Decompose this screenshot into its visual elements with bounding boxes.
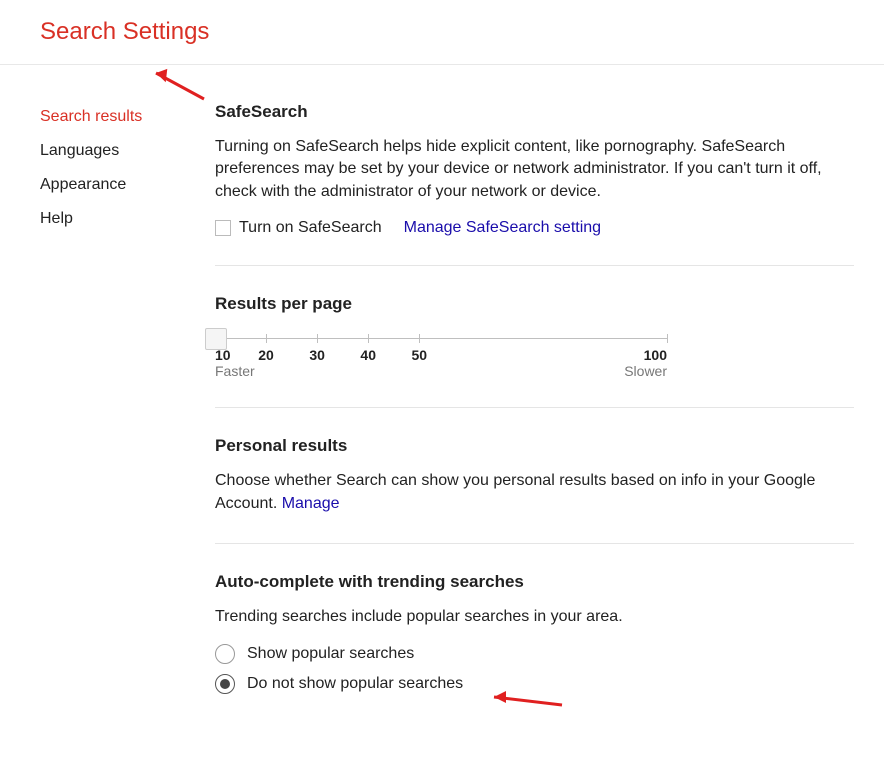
results-per-page-heading: Results per page: [215, 294, 854, 314]
autocomplete-description: Trending searches include popular search…: [215, 606, 854, 628]
main-content: SafeSearch Turning on SafeSearch helps h…: [215, 100, 884, 704]
personal-results-manage-link[interactable]: Manage: [282, 495, 340, 512]
radio-icon[interactable]: [215, 644, 235, 664]
manage-safesearch-link[interactable]: Manage SafeSearch setting: [404, 219, 601, 237]
layout: Search results Languages Appearance Help…: [0, 65, 884, 744]
slider-tick-labels: 10 20 30 40 50 100: [215, 347, 667, 363]
sidebar-item-label: Appearance: [40, 176, 126, 193]
personal-results-heading: Personal results: [215, 436, 854, 456]
sidebar-item-languages[interactable]: Languages: [40, 134, 215, 168]
radio-do-not-show-popular[interactable]: Do not show popular searches: [215, 674, 854, 694]
sidebar: Search results Languages Appearance Help: [40, 100, 215, 704]
sidebar-item-help[interactable]: Help: [40, 202, 215, 236]
sidebar-item-label: Help: [40, 210, 73, 227]
safesearch-checkbox-row[interactable]: Turn on SafeSearch: [215, 219, 382, 237]
checkbox-icon[interactable]: [215, 220, 231, 236]
sidebar-item-label: Search results: [40, 108, 142, 125]
sidebar-item-search-results[interactable]: Search results: [40, 100, 215, 134]
radio-icon[interactable]: [215, 674, 235, 694]
radio-label: Show popular searches: [247, 645, 414, 663]
results-per-page-slider[interactable]: 10 20 30 40 50 100 Faster Slower: [215, 338, 667, 379]
personal-results-description: Choose whether Search can show you perso…: [215, 470, 854, 515]
section-divider: [215, 407, 854, 408]
autocomplete-heading: Auto-complete with trending searches: [215, 572, 854, 592]
slider-handle[interactable]: [205, 328, 227, 350]
safesearch-heading: SafeSearch: [215, 102, 854, 122]
sidebar-item-label: Languages: [40, 142, 119, 159]
section-divider: [215, 265, 854, 266]
radio-label: Do not show popular searches: [247, 675, 463, 693]
section-divider: [215, 543, 854, 544]
slider-hint-slower: Slower: [624, 363, 667, 379]
slider-hint-faster: Faster: [215, 363, 255, 379]
radio-show-popular[interactable]: Show popular searches: [215, 644, 854, 664]
safesearch-checkbox-label: Turn on SafeSearch: [239, 219, 382, 237]
page-title: Search Settings: [0, 0, 884, 65]
slider-track: [215, 338, 667, 339]
slider-hints: Faster Slower: [215, 363, 667, 379]
safesearch-description: Turning on SafeSearch helps hide explici…: [215, 136, 854, 203]
sidebar-item-appearance[interactable]: Appearance: [40, 168, 215, 202]
